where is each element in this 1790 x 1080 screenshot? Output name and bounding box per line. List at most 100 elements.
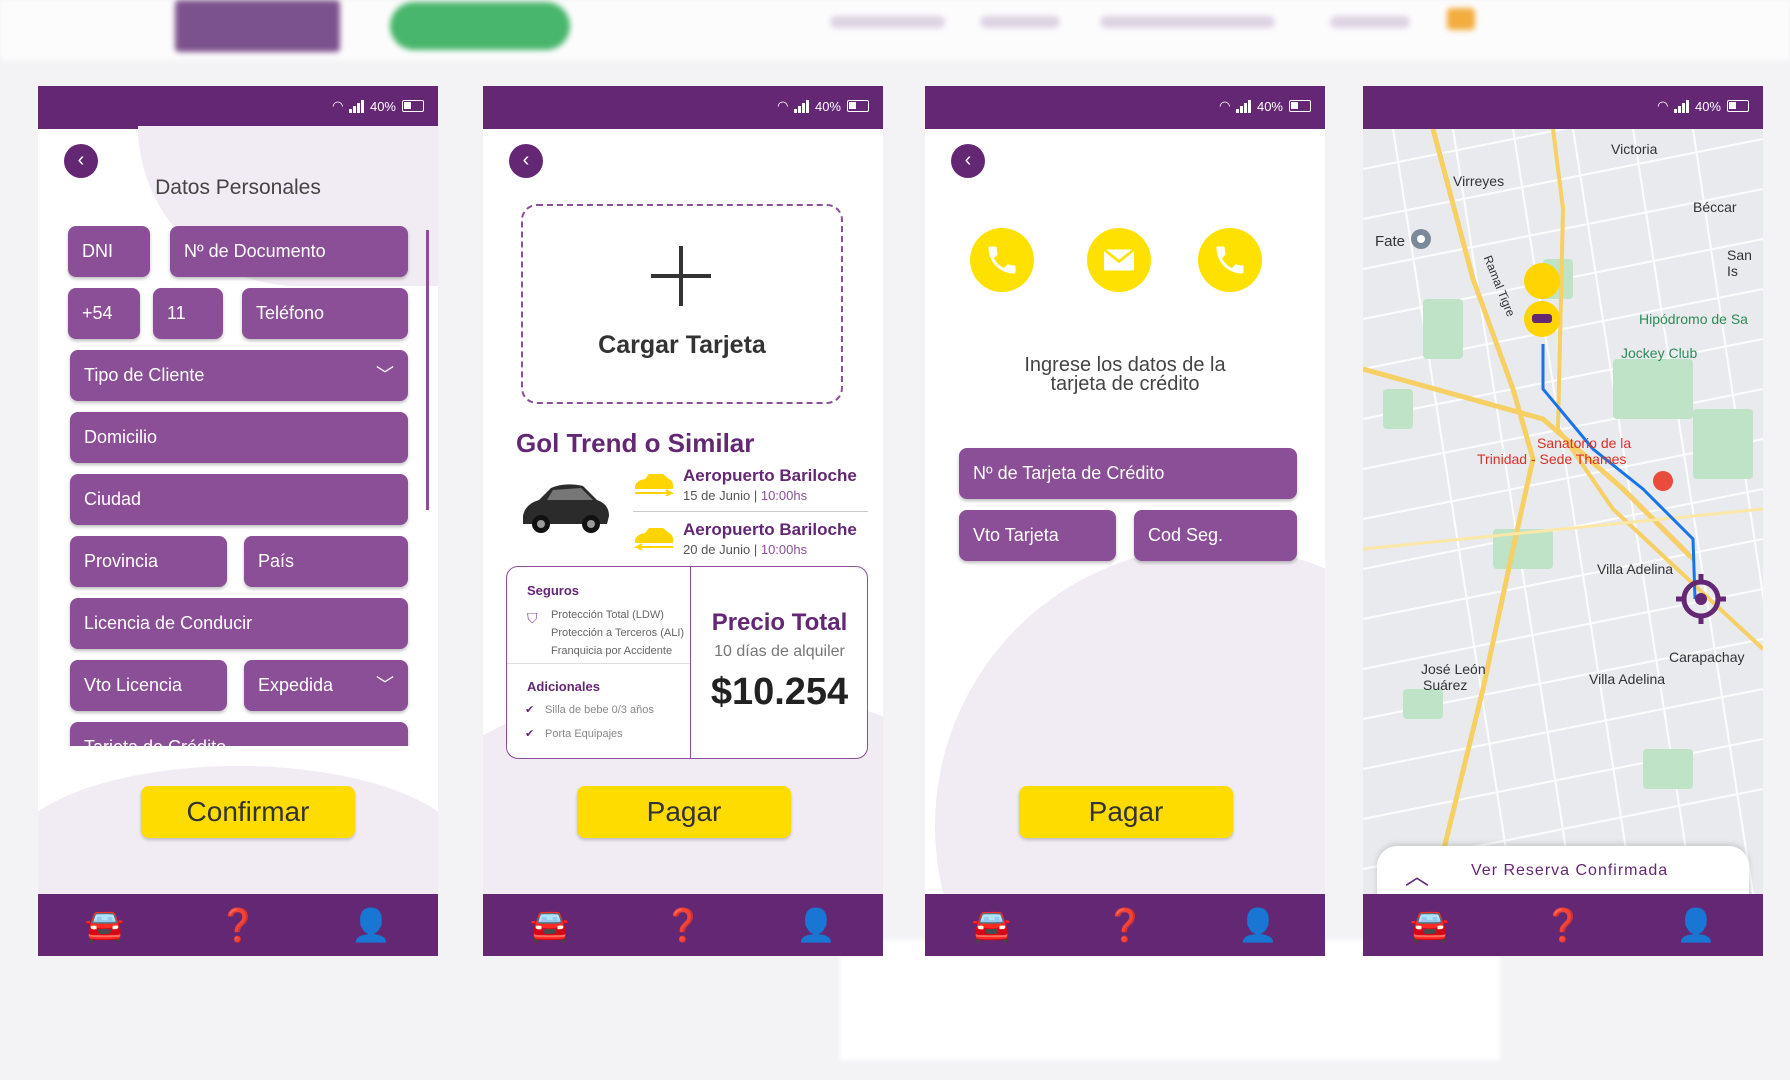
card-number-input[interactable]: Nº de Tarjeta de Crédito: [959, 448, 1297, 499]
shield-icon: ⛉: [527, 610, 538, 626]
car-title: Gol Trend o Similar: [516, 428, 755, 458]
user-lock-icon[interactable]: 👤: [1671, 906, 1721, 944]
card-cvv-input[interactable]: Cod Seg.: [1134, 510, 1297, 561]
return-info: Aeropuerto Bariloche 20 de Junio | 10:00…: [683, 520, 857, 557]
status-bar: ◠ 40%: [925, 86, 1325, 129]
return-place: Aeropuerto Bariloche: [683, 520, 857, 539]
adicionales-title: Adicionales: [527, 679, 600, 694]
cargar-tarjeta-button[interactable]: Cargar Tarjeta: [521, 204, 843, 404]
cargar-tarjeta-label: Cargar Tarjeta: [598, 331, 766, 359]
help-icon[interactable]: ❓: [658, 906, 708, 944]
chevron-up-icon[interactable]: ︿: [1405, 856, 1429, 891]
signal-icon: [794, 99, 809, 113]
telefono-input[interactable]: Teléfono: [242, 288, 408, 339]
country-code-input[interactable]: +54: [68, 288, 140, 339]
wifi-icon: ◠: [777, 98, 789, 113]
provincia-input[interactable]: Provincia: [70, 536, 227, 587]
cars-icon[interactable]: 🚘: [525, 906, 575, 944]
divider: [633, 511, 868, 512]
phone-datos-tarjeta: ◠ 40% ‹ Ingrese los datos de la tarjeta d…: [925, 86, 1325, 956]
pickup-car-icon: [635, 474, 675, 496]
cars-icon[interactable]: 🚘: [80, 906, 130, 944]
status-bar: ◠ 40%: [38, 86, 438, 129]
ver-reserva-link[interactable]: Ver Reserva Confirmada: [1471, 862, 1668, 880]
signal-icon: [349, 99, 364, 113]
battery-icon: [1727, 100, 1749, 112]
pickup-time: 10:00hs: [760, 488, 808, 503]
battery-percent: 40%: [1256, 98, 1283, 114]
licencia-input[interactable]: Licencia de Conducir: [70, 598, 408, 649]
return-date: 20 de Junio | 10:00hs: [683, 542, 808, 557]
whatsapp-icon[interactable]: [1198, 228, 1262, 292]
phone-mapa-reserva: ◠ 40% Victoria Virreyes Béccar Fate San …: [1363, 86, 1763, 956]
pickup-info: Aeropuerto Bariloche 15 de Junio | 10:00…: [683, 466, 857, 503]
form-scroll-area: DNI Nº de Documento +54 11 Teléfono Tipo…: [38, 226, 438, 746]
chevron-down-icon: ﹀: [376, 675, 394, 695]
map-label: Villa Adelina: [1589, 671, 1666, 687]
page-title: Datos Personales: [155, 176, 321, 199]
map-label: Hipódromo de Sa: [1639, 311, 1748, 327]
background-nav-item: [1330, 16, 1410, 28]
wifi-icon: ◠: [1219, 98, 1231, 113]
map-label: Trinidad - Sede Thames: [1477, 451, 1627, 467]
tarjeta-input[interactable]: Tarjeta de Crédito: [70, 722, 408, 746]
expedida-select[interactable]: Expedida ﹀: [244, 660, 408, 711]
user-lock-icon[interactable]: 👤: [791, 906, 841, 944]
dni-select[interactable]: DNI: [68, 226, 150, 277]
check-icon: ✔: [525, 728, 535, 740]
seguro-item: Protección Total (LDW): [551, 609, 664, 621]
map-label: Victoria: [1611, 141, 1658, 157]
bottom-nav: 🚘 ❓ 👤: [38, 894, 438, 956]
help-icon[interactable]: ❓: [1100, 906, 1150, 944]
divider: [507, 663, 690, 664]
vto-licencia-input[interactable]: Vto Licencia: [70, 660, 227, 711]
wifi-icon: ◠: [332, 98, 344, 113]
map-label: Fate: [1375, 233, 1406, 250]
tipo-cliente-label: Tipo de Cliente: [84, 365, 205, 385]
background-website-header: [0, 0, 1790, 60]
bottom-nav: 🚘 ❓ 👤: [1363, 894, 1763, 956]
cars-icon[interactable]: 🚘: [967, 906, 1017, 944]
user-lock-icon[interactable]: 👤: [1233, 906, 1283, 944]
battery-icon: [1289, 100, 1311, 112]
card-expiry-input[interactable]: Vto Tarjeta: [959, 510, 1116, 561]
map-label: San Is: [1727, 247, 1752, 279]
pagar-button[interactable]: Pagar: [577, 786, 791, 838]
ciudad-input[interactable]: Ciudad: [70, 474, 408, 525]
battery-percent: 40%: [814, 98, 841, 114]
bottom-nav: 🚘 ❓ 👤: [483, 894, 883, 956]
phone-icon[interactable]: [970, 228, 1034, 292]
map-streets: [1363, 129, 1763, 894]
domicilio-input[interactable]: Domicilio: [70, 412, 408, 463]
pickup-date: 15 de Junio | 10:00hs: [683, 488, 808, 503]
confirmar-button[interactable]: Confirmar: [141, 786, 355, 838]
mail-icon[interactable]: [1087, 228, 1151, 292]
back-button[interactable]: ‹: [64, 144, 98, 178]
documento-input[interactable]: Nº de Documento: [170, 226, 408, 277]
signal-icon: [1674, 99, 1689, 113]
map-label: Carapachay: [1669, 649, 1745, 665]
seguro-item: Franquicia por Accidente: [551, 645, 673, 657]
background-nav-item: [1100, 16, 1275, 28]
pickup-place: Aeropuerto Bariloche: [683, 466, 857, 485]
battery-icon: [402, 100, 424, 112]
battery-percent: 40%: [1694, 98, 1721, 114]
back-button[interactable]: ‹: [951, 144, 985, 178]
area-code-input[interactable]: 11: [153, 288, 223, 339]
help-icon[interactable]: ❓: [213, 906, 263, 944]
background-logo-green: [390, 2, 570, 50]
back-button[interactable]: ‹: [509, 144, 543, 178]
cars-icon[interactable]: 🚘: [1405, 906, 1455, 944]
pagar-button[interactable]: Pagar: [1019, 786, 1233, 838]
user-lock-icon[interactable]: 👤: [346, 906, 396, 944]
return-car-icon: [633, 528, 673, 550]
help-icon[interactable]: ❓: [1538, 906, 1588, 944]
background-logo: [175, 0, 340, 52]
map-label: Béccar: [1693, 199, 1737, 215]
rental-days: 10 días de alquiler: [714, 643, 845, 660]
battery-percent: 40%: [369, 98, 396, 114]
pais-input[interactable]: País: [244, 536, 408, 587]
map-label: Jockey Club: [1621, 345, 1698, 361]
map-view[interactable]: Victoria Virreyes Béccar Fate San Is Hip…: [1363, 129, 1763, 894]
tipo-cliente-select[interactable]: Tipo de Cliente ﹀: [70, 350, 408, 401]
